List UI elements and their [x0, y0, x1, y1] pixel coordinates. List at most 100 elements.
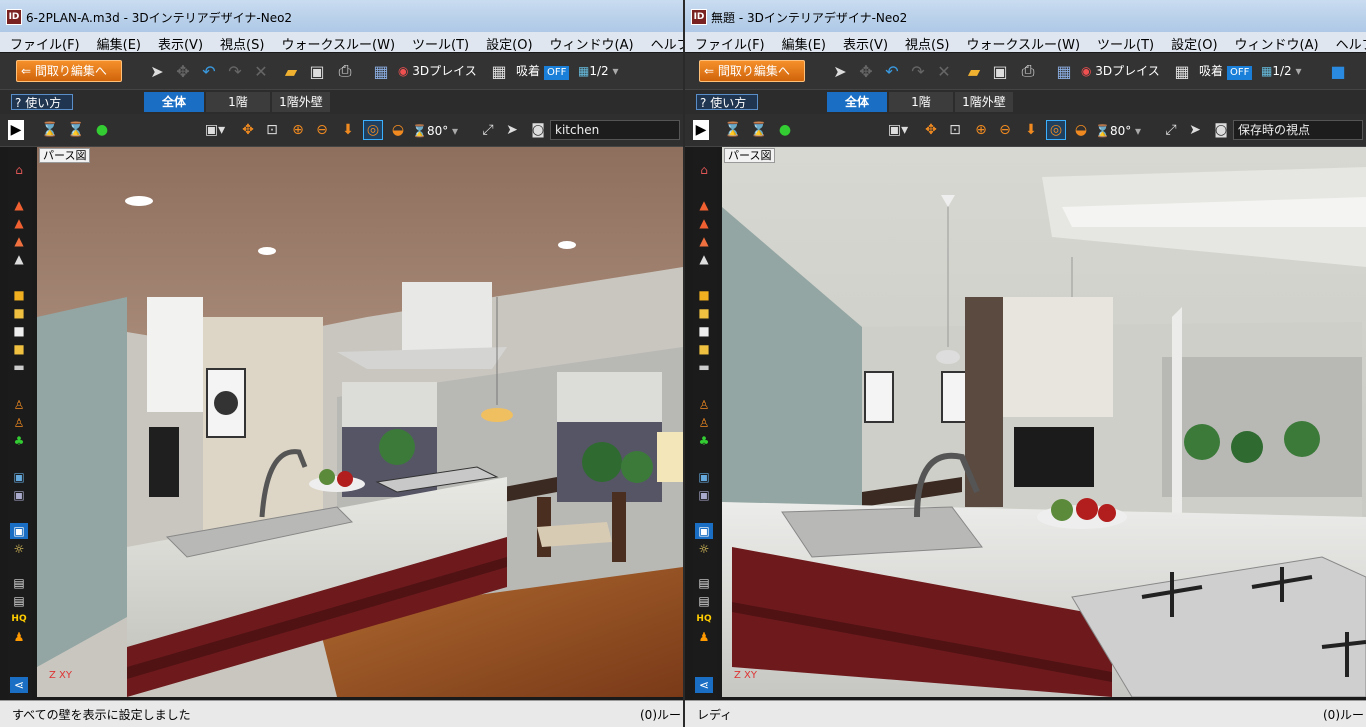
- move-icon[interactable]: ✥: [855, 60, 877, 82]
- roof-icon-2[interactable]: ▲: [10, 215, 28, 231]
- look-around-icon[interactable]: ◒: [388, 120, 408, 140]
- print-view-icon-2[interactable]: ▤: [10, 593, 28, 609]
- camera-icon[interactable]: ⌛: [40, 120, 60, 140]
- panel-toggle-icon[interactable]: ▶: [8, 120, 24, 140]
- pan-icon[interactable]: ✥: [238, 120, 258, 140]
- light-icon[interactable]: ●: [775, 120, 795, 140]
- help-button[interactable]: ? 使い方: [11, 94, 73, 110]
- walk-icon[interactable]: ⬇: [1021, 120, 1041, 140]
- tab-1f[interactable]: 1階: [889, 92, 953, 112]
- floorplan-edit-button[interactable]: ⇐ 間取り編集へ: [16, 60, 122, 82]
- redo-icon[interactable]: ↷: [907, 60, 929, 82]
- picture-icon-1[interactable]: ▣: [10, 469, 28, 485]
- roof-icon-4[interactable]: ▲: [695, 251, 713, 267]
- grid-icon[interactable]: ▦: [488, 60, 510, 82]
- fit-icon[interactable]: ⤢: [478, 120, 498, 140]
- materials-icon[interactable]: ▦: [370, 60, 392, 82]
- pointer-icon[interactable]: ➤: [1185, 120, 1205, 140]
- picture-icon-2[interactable]: ▣: [10, 487, 28, 503]
- tab-all[interactable]: 全体: [827, 92, 887, 112]
- color-icon[interactable]: ■: [1327, 60, 1349, 82]
- snapshot-camera-icon[interactable]: ◙: [528, 120, 548, 140]
- roof-icon-3[interactable]: ▲: [10, 233, 28, 249]
- perspective-viewport[interactable]: パース図 Z XY: [37, 147, 683, 697]
- camera-1to2-icon[interactable]: ⌛: [749, 120, 769, 140]
- box-icon-3[interactable]: ■: [10, 323, 28, 339]
- delete-icon[interactable]: ✕: [933, 60, 955, 82]
- snap-toggle[interactable]: 吸着 OFF: [1199, 60, 1255, 82]
- box-icon-2[interactable]: ■: [695, 305, 713, 321]
- bulb-icon[interactable]: ☼: [10, 541, 28, 557]
- tab-1f[interactable]: 1階: [206, 92, 270, 112]
- roof-icon-2[interactable]: ▲: [695, 215, 713, 231]
- menu-file[interactable]: ファイル(F): [0, 32, 87, 52]
- menu-edit[interactable]: 編集(E): [87, 32, 148, 52]
- picture-icon-2[interactable]: ▣: [695, 487, 713, 503]
- menu-window[interactable]: ウィンドウ(A): [540, 32, 641, 52]
- render-icon[interactable]: ▣: [10, 523, 28, 539]
- zoom-out-icon[interactable]: ⊖: [312, 120, 332, 140]
- save-icon[interactable]: ▣: [306, 60, 328, 82]
- menu-walkthrough[interactable]: ウォークスルー(W): [271, 32, 402, 52]
- walk-icon[interactable]: ⬇: [338, 120, 358, 140]
- angle-select[interactable]: ⌛80° ▾: [412, 120, 470, 140]
- fit-icon[interactable]: ⤢: [1161, 120, 1181, 140]
- grid-icon[interactable]: ▦: [1171, 60, 1193, 82]
- open-folder-icon[interactable]: ▰: [963, 60, 985, 82]
- menu-edit[interactable]: 編集(E): [772, 32, 833, 52]
- scale-select[interactable]: ▦1/2 ▾: [578, 60, 634, 82]
- roof-icon-3[interactable]: ▲: [695, 233, 713, 249]
- print-view-icon-1[interactable]: ▤: [695, 575, 713, 591]
- hq-icon[interactable]: HQ: [695, 611, 713, 627]
- help-button[interactable]: ? 使い方: [696, 94, 758, 110]
- menu-tools[interactable]: ツール(T): [402, 32, 476, 52]
- box-icon-2[interactable]: ■: [10, 305, 28, 321]
- tree-icon[interactable]: ♣: [10, 433, 28, 449]
- 3dplace-button[interactable]: ◉ 3Dプレイス: [398, 60, 478, 82]
- select-arrow-icon[interactable]: ➤: [829, 60, 851, 82]
- share-icon[interactable]: ⋖: [695, 677, 713, 693]
- pointer-icon[interactable]: ➤: [502, 120, 522, 140]
- zoom-window-icon[interactable]: ⊡: [262, 120, 282, 140]
- house-icon[interactable]: ⌂: [695, 162, 713, 178]
- scale-select[interactable]: ▦1/2 ▾: [1261, 60, 1317, 82]
- panel-toggle-icon[interactable]: ▶: [693, 120, 709, 140]
- orbit-icon[interactable]: ◎: [1046, 120, 1066, 140]
- box-icon-5[interactable]: ▬: [695, 359, 713, 375]
- look-around-icon[interactable]: ◒: [1071, 120, 1091, 140]
- camera-1to2-icon[interactable]: ⌛: [66, 120, 86, 140]
- box-icon-5[interactable]: ▬: [10, 359, 28, 375]
- person-icon-1[interactable]: ♙: [10, 397, 28, 413]
- print-view-icon-1[interactable]: ▤: [10, 575, 28, 591]
- delete-icon[interactable]: ✕: [250, 60, 272, 82]
- title-bar[interactable]: ID 6-2PLAN-A.m3d - 3Dインテリアデザイナ-Neo2: [0, 0, 683, 33]
- snapshot-camera-icon[interactable]: ◙: [1211, 120, 1231, 140]
- print-view-icon-2[interactable]: ▤: [695, 593, 713, 609]
- share-icon[interactable]: ⋖: [10, 677, 28, 693]
- menu-tools[interactable]: ツール(T): [1087, 32, 1161, 52]
- render-icon[interactable]: ▣: [695, 523, 713, 539]
- tab-1f-exterior[interactable]: 1階外壁: [955, 92, 1013, 112]
- roof-icon-4[interactable]: ▲: [10, 251, 28, 267]
- menu-window[interactable]: ウィンドウ(A): [1225, 32, 1326, 52]
- materials-icon[interactable]: ▦: [1053, 60, 1075, 82]
- viewpoint-select[interactable]: kitchen: [550, 120, 680, 140]
- menu-walkthrough[interactable]: ウォークスルー(W): [956, 32, 1087, 52]
- 3dplace-button[interactable]: ◉ 3Dプレイス: [1081, 60, 1161, 82]
- menu-settings[interactable]: 設定(O): [476, 32, 539, 52]
- menu-settings[interactable]: 設定(O): [1161, 32, 1224, 52]
- people-icon[interactable]: ♟: [695, 629, 713, 645]
- pan-icon[interactable]: ✥: [921, 120, 941, 140]
- menu-help[interactable]: ヘルプ(H): [641, 32, 683, 52]
- light-icon[interactable]: ●: [92, 120, 112, 140]
- move-icon[interactable]: ✥: [172, 60, 194, 82]
- bulb-icon[interactable]: ☼: [695, 541, 713, 557]
- menu-view[interactable]: 表示(V): [833, 32, 895, 52]
- box-icon-1[interactable]: ■: [10, 287, 28, 303]
- perspective-viewport[interactable]: パース図 Z XY: [722, 147, 1366, 697]
- tree-icon[interactable]: ♣: [695, 433, 713, 449]
- box-icon-3[interactable]: ■: [695, 323, 713, 339]
- floorplan-edit-button[interactable]: ⇐ 間取り編集へ: [699, 60, 805, 82]
- select-arrow-icon[interactable]: ➤: [146, 60, 168, 82]
- roof-icon-1[interactable]: ▲: [695, 197, 713, 213]
